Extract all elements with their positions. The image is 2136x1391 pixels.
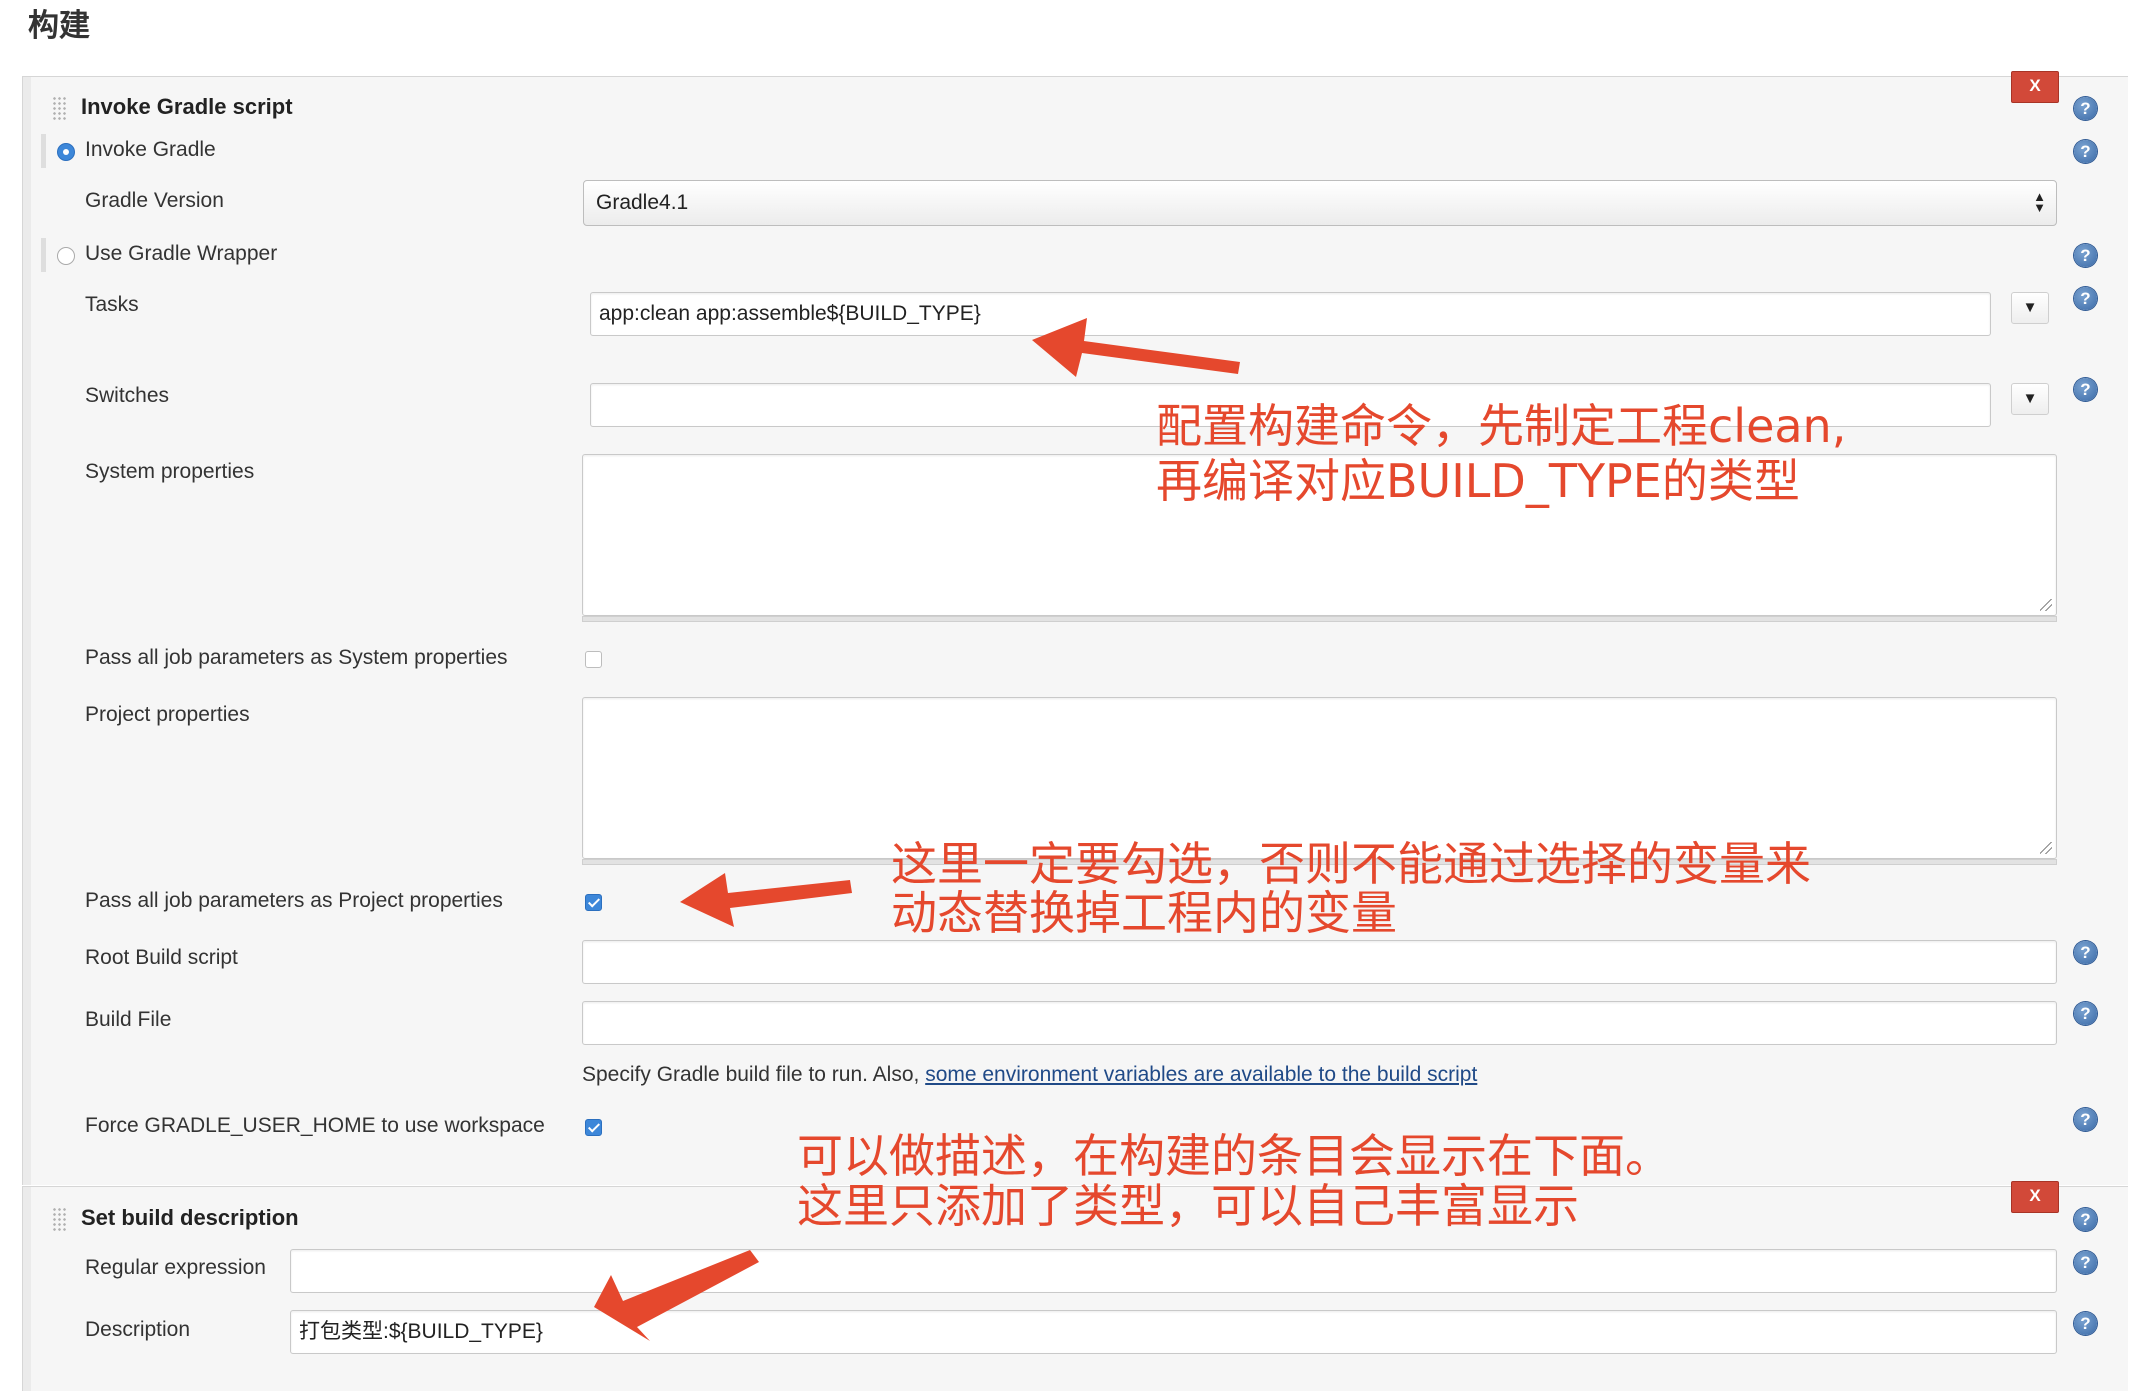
checkbox-annotation-line2: 动态替换掉工程内的变量 xyxy=(891,886,1397,940)
description-annotation-line1: 可以做描述，在构建的条目会显示在下面。 xyxy=(797,1129,1671,1183)
checkbox-annotation-arrow xyxy=(680,873,852,927)
tasks-annotation-line2: 再编译对应BUILD_TYPE的类型 xyxy=(1156,454,1800,508)
checkbox-annotation-line1: 这里一定要勾选，否则不能通过选择的变量来 xyxy=(891,837,1811,891)
tasks-annotation-line1: 配置构建命令，先制定工程clean, xyxy=(1156,399,1847,453)
description-annotation-arrow xyxy=(594,1250,759,1341)
tasks-annotation-arrow xyxy=(1032,318,1240,377)
description-annotation-line2: 这里只添加了类型，可以自己丰富显示 xyxy=(797,1179,1579,1233)
